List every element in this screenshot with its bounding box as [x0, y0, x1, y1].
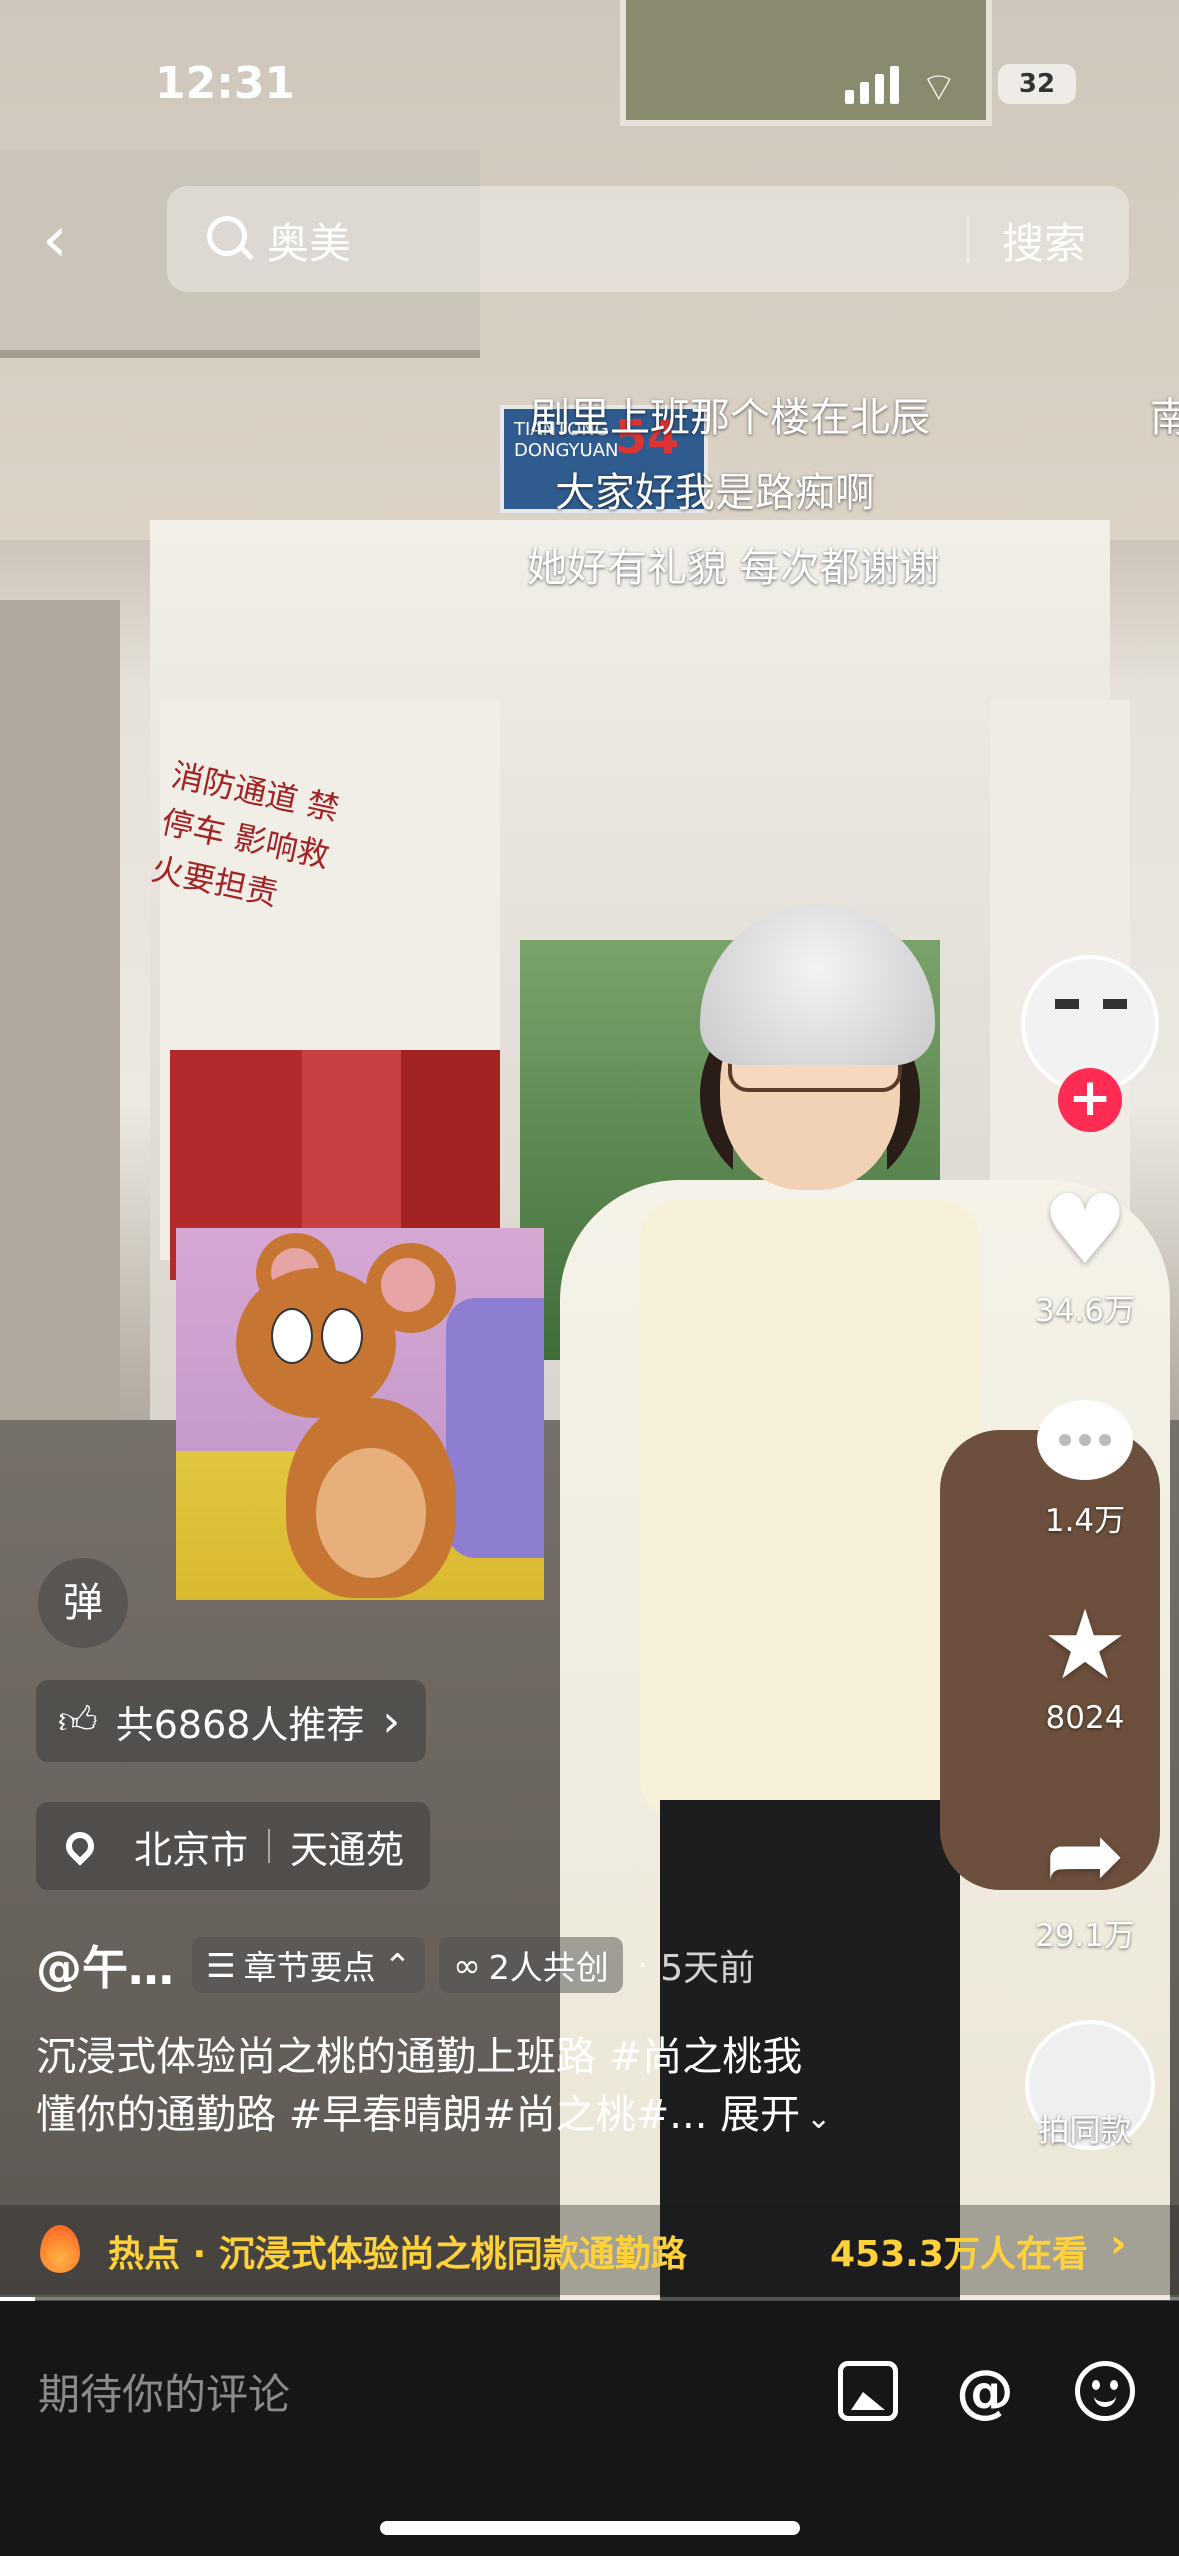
location-city: 北京市 — [134, 1827, 249, 1872]
danmaku-comment: 她好有礼貌 每次都谢谢 — [527, 545, 940, 591]
danmaku-comment: 南 — [1150, 395, 1179, 441]
description-line: 懂你的通勤路 #早春晴朗#尚之桃#... 展开 ⌄ — [36, 2086, 916, 2148]
jerry-eye — [321, 1308, 363, 1364]
danmaku-comment: 大家好我是路痴啊 — [555, 470, 875, 516]
same-style-label: 拍同款 — [1038, 2113, 1132, 2149]
wifi-icon: ⌔ — [920, 65, 958, 111]
jerry-eye — [271, 1308, 313, 1364]
like-count: 34.6万 — [1034, 1293, 1136, 1329]
search-divider — [967, 216, 969, 262]
author-name[interactable]: @午… — [36, 1932, 174, 1998]
location-pin-icon — [60, 1826, 100, 1866]
mention-icon[interactable]: @ — [955, 2361, 1015, 2421]
location-pill[interactable]: 北京市 天通苑 — [36, 1802, 431, 1890]
jerry-head — [236, 1268, 396, 1418]
sticker-car — [446, 1298, 544, 1558]
image-icon[interactable] — [838, 2361, 898, 2421]
search-bar[interactable]: 奥美 搜索 — [167, 186, 1129, 292]
follow-button[interactable]: + — [1058, 1068, 1122, 1132]
search-query[interactable]: 奥美 — [267, 210, 351, 271]
search-icon — [207, 216, 247, 256]
star-icon: ★ — [1041, 1589, 1129, 1701]
home-indicator — [380, 2521, 800, 2535]
chevron-right-icon: › — [1110, 2221, 1127, 2267]
heart-icon: ♥ — [1041, 1174, 1129, 1286]
flame-icon — [40, 2225, 80, 2273]
comment-bar: 期待你的评论 @ — [0, 2301, 1179, 2556]
share-button[interactable]: ➦ 29.1万 — [1010, 1800, 1160, 1955]
comment-count: 1.4万 — [1044, 1503, 1126, 1539]
back-icon[interactable]: ‹ — [42, 205, 102, 275]
emoji-icon[interactable] — [1075, 2361, 1135, 2421]
thumbs-up-icon: 👍︎ — [58, 1698, 98, 1742]
collab-icon: ∞ — [453, 1945, 481, 1985]
comment-button[interactable]: 1.4万 — [1010, 1385, 1160, 1540]
danmaku-comment: 剧里上班那个楼在北辰 — [530, 395, 930, 441]
status-bar: 12:31 ⌔ 32 — [0, 0, 1179, 170]
danmaku-toggle-button[interactable]: 弹 — [38, 1558, 128, 1648]
battery-icon: 32 — [998, 64, 1076, 104]
hot-topic-banner[interactable]: 热点 · 沉浸式体验尚之桃同款通勤路 453.3万人在看 › — [0, 2205, 1179, 2295]
jerry-sticker — [176, 1228, 544, 1600]
hot-topic-watching: 453.3万人在看 — [830, 2234, 1088, 2275]
expand-chevron-icon[interactable]: ⌄ — [806, 2101, 831, 2136]
favorite-button[interactable]: ★ 8024 — [1010, 1590, 1160, 1736]
description-line: 沉浸式体验尚之桃的通勤上班路 #尚之桃我 — [36, 2034, 803, 2080]
collab-tag[interactable]: ∞ 2人共创 — [439, 1937, 623, 1993]
description-line-text: 懂你的通勤路 #早春晴朗#尚之桃#... 展开 — [36, 2092, 801, 2138]
list-icon: ☰ — [206, 1945, 236, 1985]
chevron-right-icon: › — [382, 1695, 401, 1747]
status-time: 12:31 — [155, 58, 296, 109]
comment-input[interactable]: 期待你的评论 — [38, 2361, 290, 2422]
author-row: @午… ☰ 章节要点 ⌃ ∞ 2人共创 · 5天前 — [36, 1930, 755, 2000]
search-button[interactable]: 搜索 — [1002, 210, 1086, 271]
share-count: 29.1万 — [1034, 1918, 1136, 1954]
location-divider — [268, 1829, 271, 1863]
favorite-count: 8024 — [1045, 1700, 1125, 1736]
recommend-pill[interactable]: 👍︎ 共6868人推荐 › — [36, 1680, 427, 1762]
hot-topic-label: 热点 · 沉浸式体验尚之桃同款通勤路 — [108, 2234, 687, 2275]
chevron-up-icon: ⌃ — [383, 1945, 412, 1985]
cellular-signal-icon — [845, 64, 899, 104]
pillar — [0, 600, 120, 1500]
chapter-tag[interactable]: ☰ 章节要点 ⌃ — [192, 1937, 426, 1993]
like-button[interactable]: ♥ 34.6万 — [1010, 1175, 1160, 1330]
chapter-tag-label: 章节要点 — [243, 1948, 376, 1987]
share-arrow-icon: ➦ — [1044, 1799, 1126, 1911]
comment-icon — [1037, 1400, 1133, 1480]
location-place: 天通苑 — [290, 1827, 405, 1872]
recommend-label: 共6868人推荐 — [115, 1702, 365, 1747]
jerry-belly — [316, 1448, 426, 1578]
post-time: 5天前 — [660, 1948, 756, 1989]
separator-dot: · — [636, 1944, 649, 1986]
same-style-button[interactable]: 拍同款 — [1010, 2105, 1160, 2150]
collab-tag-label: 2人共创 — [488, 1948, 609, 1987]
video-description[interactable]: 沉浸式体验尚之桃的通勤上班路 #尚之桃我 懂你的通勤路 #早春晴朗#尚之桃#..… — [36, 2028, 916, 2148]
person-jacket — [640, 1200, 980, 1820]
